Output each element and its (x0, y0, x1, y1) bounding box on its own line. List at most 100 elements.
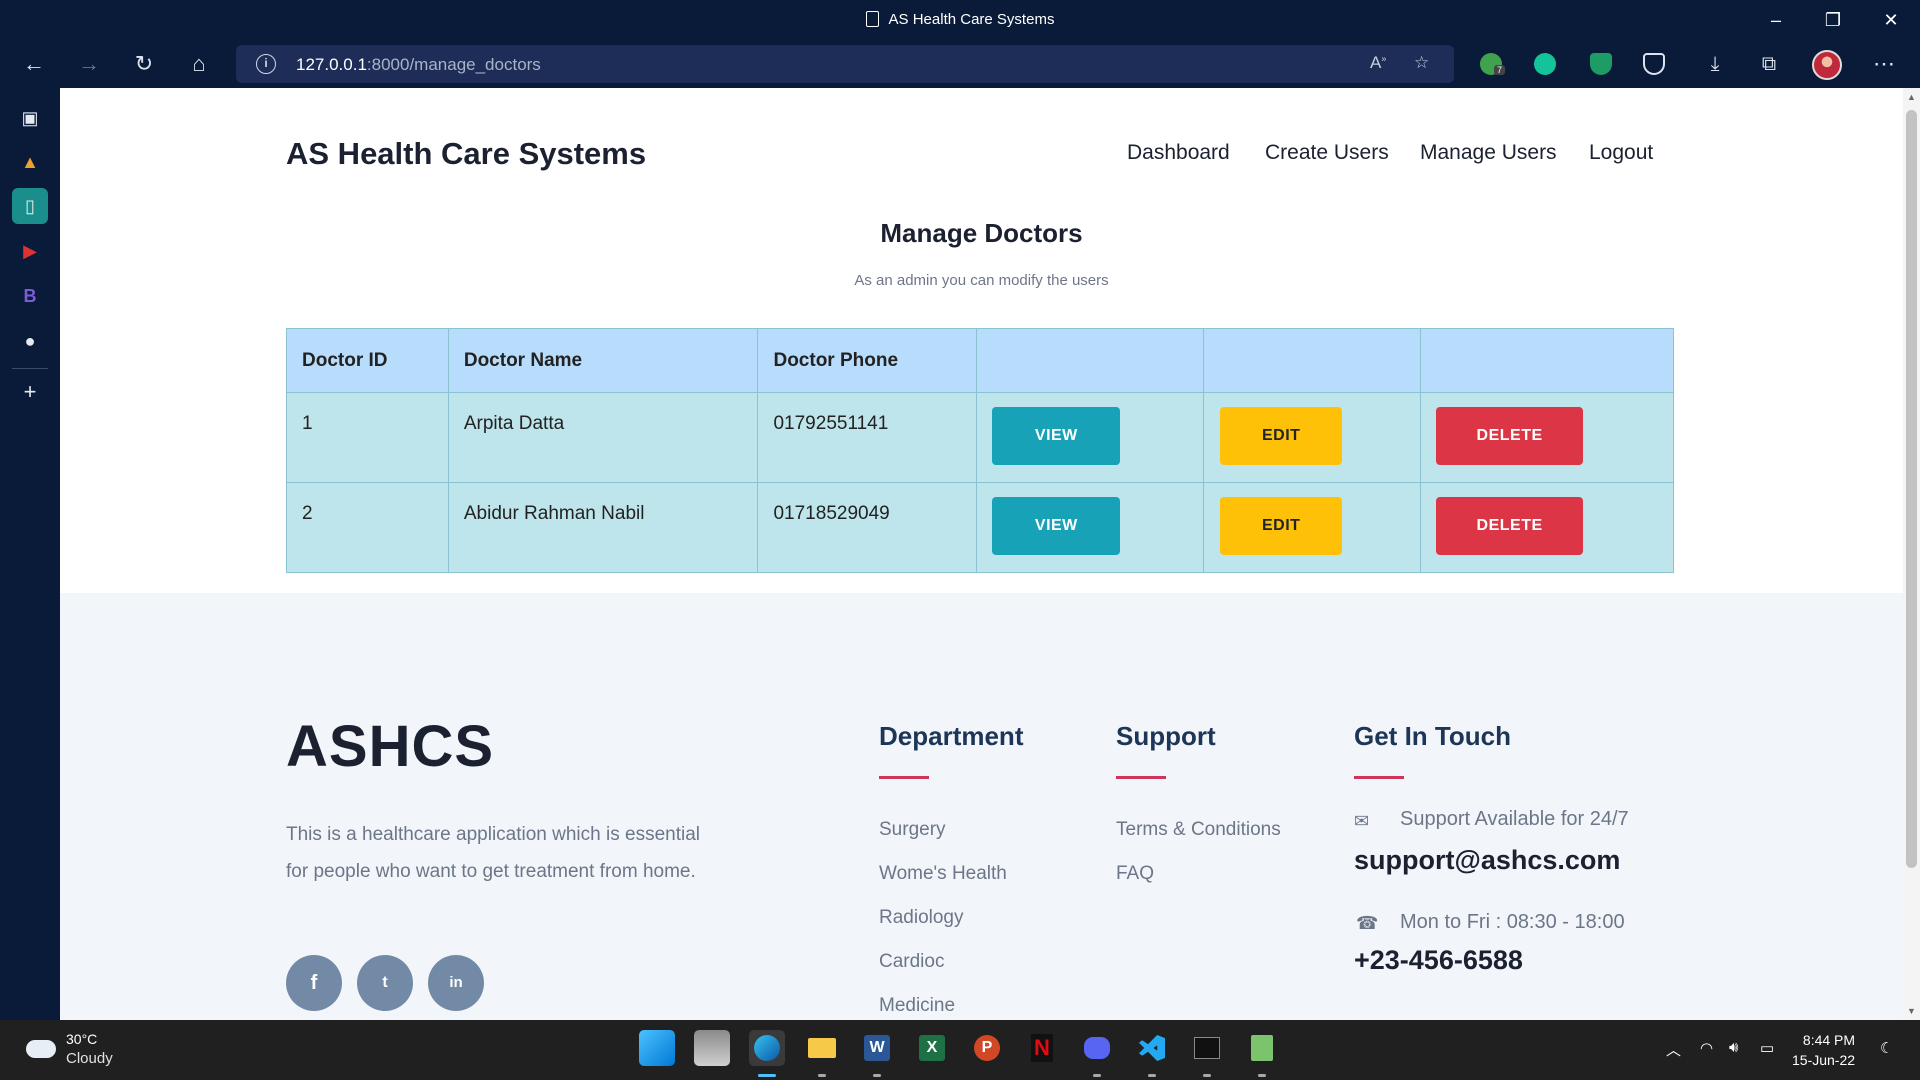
netflix-icon[interactable]: N (1024, 1030, 1060, 1066)
add-sidebar-icon[interactable]: + (12, 374, 48, 410)
support-email[interactable]: support@ashcs.com (1354, 845, 1620, 876)
collections-icon[interactable]: ⧉ (1753, 48, 1785, 80)
envelope-icon: ✉ (1354, 811, 1370, 831)
url-path: :8000/manage_doctors (366, 55, 541, 74)
col-delete (1420, 328, 1674, 393)
start-icon[interactable] (639, 1030, 675, 1066)
doctors-table: Doctor ID Doctor Name Doctor Phone 1 Arp… (286, 328, 1674, 573)
cell-doctor-id: 1 (286, 392, 449, 483)
facebook-icon[interactable]: f (286, 955, 342, 1011)
youtube-icon[interactable]: ▶ (12, 233, 48, 269)
cell-delete: DELETE (1420, 392, 1674, 483)
window-title-text: AS Health Care Systems (888, 11, 1055, 28)
vpn-shield-icon[interactable] (1590, 53, 1612, 75)
support-phone[interactable]: +23-456-6588 (1354, 945, 1523, 976)
view-button[interactable]: VIEW (992, 497, 1121, 555)
tab-actions-icon[interactable]: ▣ (12, 100, 48, 136)
sidebar-divider (12, 368, 48, 369)
department-link-surgery[interactable]: Surgery (879, 819, 946, 841)
cell-edit: EDIT (1203, 482, 1422, 573)
clock-date: 15-Jun-22 (1792, 1052, 1856, 1068)
edit-button[interactable]: EDIT (1220, 497, 1343, 555)
word-icon[interactable]: W (859, 1030, 895, 1066)
page-content: AS Health Care Systems Dashboard Create … (60, 88, 1903, 593)
vscode-running-indicator (1148, 1074, 1156, 1077)
department-underline (879, 776, 929, 779)
github-icon[interactable]: ● (12, 323, 48, 359)
notepad-icon[interactable] (1244, 1030, 1280, 1066)
linkedin-icon[interactable]: in (428, 955, 484, 1011)
favorite-icon[interactable]: ☆ (1414, 53, 1429, 73)
window-titlebar: AS Health Care Systems – ❐ ✕ (0, 0, 1920, 40)
nav-create-users[interactable]: Create Users (1265, 141, 1389, 165)
brand-logo[interactable]: AS Health Care Systems (286, 136, 646, 172)
vertical-scrollbar[interactable]: ▲ ▼ (1903, 88, 1920, 1020)
department-link-cardioc[interactable]: Cardioc (879, 951, 944, 973)
col-doctor-id: Doctor ID (286, 328, 449, 393)
nav-dashboard[interactable]: Dashboard (1127, 141, 1230, 165)
department-link-medicine[interactable]: Medicine (879, 995, 955, 1017)
support-heading: Support (1116, 721, 1216, 751)
excel-icon[interactable]: X (914, 1030, 950, 1066)
scroll-down-icon[interactable]: ▼ (1907, 1006, 1916, 1016)
discord-icon[interactable] (1079, 1030, 1115, 1066)
extension-shield-icon[interactable]: 7 (1480, 53, 1506, 75)
department-link-radiology[interactable]: Radiology (879, 907, 964, 929)
support-link-faq[interactable]: FAQ (1116, 863, 1154, 885)
taskbar-clock[interactable]: 8:44 PM 15-Jun-22 (1792, 1030, 1855, 1070)
powerpoint-icon[interactable]: P (969, 1030, 1005, 1066)
view-button[interactable]: VIEW (992, 407, 1121, 465)
read-aloud-icon[interactable]: A» (1370, 53, 1386, 73)
support-link-terms[interactable]: Terms & Conditions (1116, 819, 1281, 841)
nav-logout[interactable]: Logout (1589, 141, 1653, 165)
table-row: 1 Arpita Datta 01792551141 VIEW EDIT DEL… (286, 392, 1674, 483)
brave-shield-icon[interactable] (1643, 53, 1665, 75)
wifi-icon[interactable]: ◠ (1700, 1039, 1713, 1057)
focus-assist-icon[interactable]: ☾ (1880, 1039, 1893, 1057)
minimize-icon[interactable]: – (1756, 6, 1796, 34)
address-bar[interactable]: i 127.0.0.1:8000/manage_doctors A» ☆ (236, 45, 1454, 83)
scrollbar-thumb[interactable] (1906, 110, 1917, 868)
tray-overflow-icon[interactable]: ︿ (1666, 1039, 1681, 1060)
contact-underline (1354, 776, 1404, 779)
delete-button[interactable]: DELETE (1436, 407, 1584, 465)
more-menu-icon[interactable]: ⋯ (1868, 48, 1900, 80)
sidebar-document-icon[interactable]: ▯ (12, 188, 48, 224)
twitter-icon[interactable]: t (357, 955, 413, 1011)
support-agent-icon: ☎ (1356, 913, 1379, 933)
profile-avatar[interactable] (1812, 50, 1842, 80)
refresh-icon[interactable]: ↻ (128, 48, 160, 80)
url-text[interactable]: 127.0.0.1:8000/manage_doctors (296, 55, 541, 75)
bootstrap-icon[interactable]: B (12, 278, 48, 314)
file-explorer-icon[interactable] (804, 1030, 840, 1066)
page-icon (865, 11, 879, 27)
department-link-womens-health[interactable]: Wome's Health (879, 863, 1007, 885)
cell-view: VIEW (976, 482, 1205, 573)
discord-running-indicator (1093, 1074, 1101, 1077)
edit-button[interactable]: EDIT (1220, 407, 1343, 465)
terminal-running-indicator (1203, 1074, 1211, 1077)
forward-icon[interactable]: → (73, 48, 105, 80)
delete-button[interactable]: DELETE (1436, 497, 1584, 555)
contact-heading: Get In Touch (1354, 721, 1511, 751)
edge-icon[interactable] (749, 1030, 785, 1066)
nav-manage-users[interactable]: Manage Users (1420, 141, 1557, 165)
volume-icon[interactable]: 🔊︎ (1729, 1039, 1738, 1056)
browser-sidebar: ▣ ▲ ▯ ▶ B ● + (0, 88, 60, 1020)
downloads-icon[interactable]: ⤓ (1699, 48, 1731, 80)
scroll-up-icon[interactable]: ▲ (1907, 92, 1916, 102)
close-icon[interactable]: ✕ (1871, 6, 1911, 34)
sidebar-app-icon[interactable]: ▲ (12, 144, 48, 180)
battery-icon[interactable]: ▭ (1760, 1039, 1774, 1057)
task-view-icon[interactable] (694, 1030, 730, 1066)
terminal-icon[interactable] (1189, 1030, 1225, 1066)
restore-icon[interactable]: ❐ (1813, 6, 1853, 34)
back-icon[interactable]: ← (18, 48, 50, 80)
vscode-icon[interactable] (1134, 1030, 1170, 1066)
site-info-icon[interactable]: i (256, 54, 276, 74)
col-view (976, 328, 1205, 393)
grammarly-icon[interactable] (1534, 53, 1556, 75)
cloud-icon (26, 1040, 56, 1058)
home-icon[interactable]: ⌂ (183, 48, 215, 80)
support-underline (1116, 776, 1166, 779)
